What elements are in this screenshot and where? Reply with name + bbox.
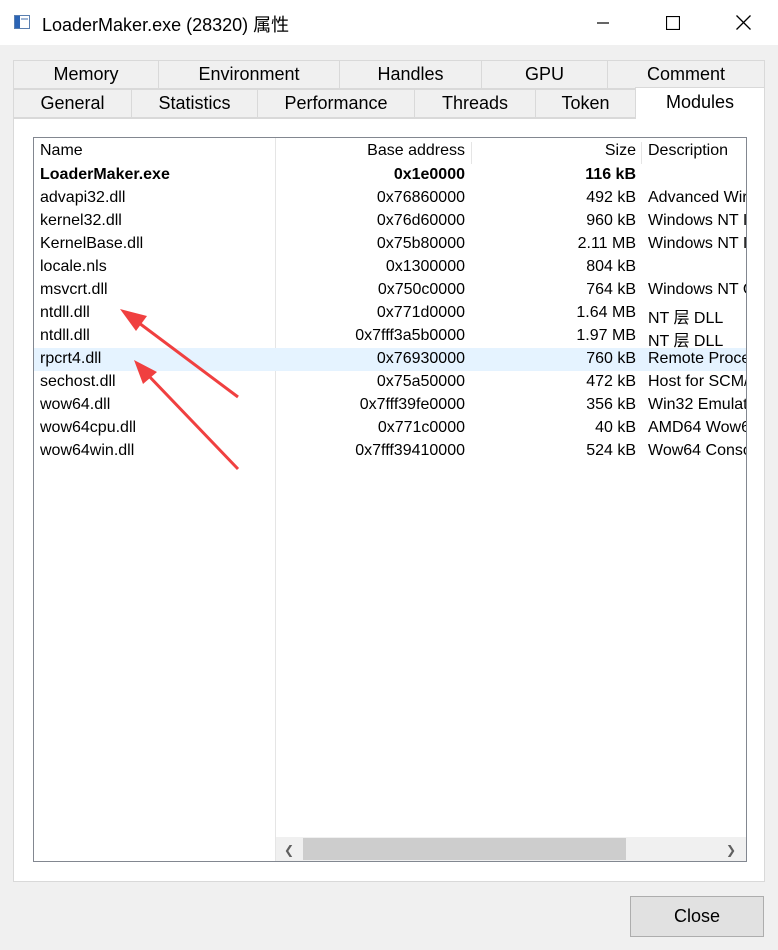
module-size: 764 kB xyxy=(586,281,636,298)
module-description: Win32 Emulat xyxy=(648,396,746,413)
modules-list[interactable]: Name Base address Size Description Loade… xyxy=(33,137,747,862)
module-name: advapi32.dll xyxy=(40,189,126,206)
module-description: Windows NT I xyxy=(648,235,746,252)
column-header-size[interactable]: Size xyxy=(472,142,636,160)
minimize-button[interactable] xyxy=(568,0,638,45)
table-row[interactable]: msvcrt.dll 0x750c0000 764 kB Windows NT C xyxy=(34,279,746,302)
module-size: 40 kB xyxy=(595,419,636,436)
module-base-address: 0x7fff39410000 xyxy=(355,442,465,459)
table-row[interactable]: wow64.dll 0x7fff39fe0000 356 kB Win32 Emula… xyxy=(34,394,746,417)
module-name: ntdll.dll xyxy=(40,327,90,344)
table-row[interactable]: wow64cpu.dll 0x771c0000 40 kB AMD64 Wow6 xyxy=(34,417,746,440)
table-row[interactable]: advapi32.dll 0x76860000 492 kB Advanced Wir xyxy=(34,187,746,210)
horizontal-scrollbar[interactable]: ❮ ❯ xyxy=(276,837,746,861)
module-size: 1.64 MB xyxy=(576,304,636,321)
module-size: 804 kB xyxy=(586,258,636,275)
module-size: 524 kB xyxy=(586,442,636,459)
close-icon xyxy=(735,15,751,30)
module-size: 2.11 MB xyxy=(577,235,636,252)
module-name: wow64cpu.dll xyxy=(40,419,137,436)
module-base-address: 0x771d0000 xyxy=(376,304,465,321)
module-base-address: 0x7fff3a5b0000 xyxy=(355,327,465,344)
module-name: sechost.dll xyxy=(40,373,116,390)
module-size: 356 kB xyxy=(586,396,636,413)
tab-token[interactable]: Token xyxy=(535,89,636,118)
scroll-right-icon[interactable]: ❯ xyxy=(726,843,736,857)
table-row[interactable]: locale.nls 0x1300000 804 kB xyxy=(34,256,746,279)
maximize-icon xyxy=(666,15,680,30)
module-base-address: 0x75b80000 xyxy=(376,235,465,252)
module-name: kernel32.dll xyxy=(40,212,122,229)
column-header-name[interactable]: Name xyxy=(40,142,83,160)
module-size: 960 kB xyxy=(586,212,636,229)
maximize-button[interactable] xyxy=(638,0,708,45)
window-app-icon xyxy=(14,15,30,29)
module-base-address: 0x76930000 xyxy=(376,350,465,367)
table-row[interactable]: ntdll.dll 0x7fff3a5b0000 1.97 MB NT 层 DLL xyxy=(34,325,746,350)
module-name: KernelBase.dll xyxy=(40,235,144,252)
module-size: 760 kB xyxy=(586,350,636,367)
module-base-address: 0x771c0000 xyxy=(377,419,465,436)
tab-comment[interactable]: Comment xyxy=(607,60,765,89)
tab-memory[interactable]: Memory xyxy=(13,60,159,89)
tab-environment[interactable]: Environment xyxy=(158,60,340,89)
tab-modules[interactable]: Modules xyxy=(635,87,765,119)
tab-gpu[interactable]: GPU xyxy=(481,60,608,89)
module-name: LoaderMaker.exe xyxy=(40,166,170,183)
tab-performance[interactable]: Performance xyxy=(257,89,415,118)
table-row[interactable]: wow64win.dll 0x7fff39410000 524 kB Wow64 Co… xyxy=(34,440,746,463)
scrollbar-thumb[interactable] xyxy=(303,838,626,860)
list-header: Name Base address Size Description xyxy=(34,138,746,164)
close-window-button[interactable] xyxy=(708,0,778,45)
table-row[interactable]: LoaderMaker.exe 0x1e0000 116 kB xyxy=(34,164,746,187)
module-description: Windows NT C xyxy=(648,281,746,298)
module-description: AMD64 Wow6 xyxy=(648,419,746,436)
module-name: locale.nls xyxy=(40,258,107,275)
close-button[interactable]: Close xyxy=(630,896,764,937)
module-name: ntdll.dll xyxy=(40,304,90,321)
module-description: Host for SCM/ xyxy=(648,373,746,390)
module-base-address: 0x1300000 xyxy=(385,258,465,275)
tab-general[interactable]: General xyxy=(13,89,132,118)
module-description: Windows NT I xyxy=(648,212,746,229)
table-row[interactable]: rpcrt4.dll 0x76930000 760 kB Remote Proce xyxy=(34,348,746,371)
module-name: wow64win.dll xyxy=(40,442,135,459)
module-base-address: 0x76d60000 xyxy=(376,212,465,229)
window-title: LoaderMaker.exe (28320) 属性 xyxy=(42,15,290,35)
table-row[interactable]: KernelBase.dll 0x75b80000 2.11 MB Windows N… xyxy=(34,233,746,256)
module-base-address: 0x75a50000 xyxy=(376,373,465,390)
table-row[interactable]: kernel32.dll 0x76d60000 960 kB Windows NT I xyxy=(34,210,746,233)
column-header-description[interactable]: Description xyxy=(648,142,728,160)
module-size: 1.97 MB xyxy=(576,327,636,344)
table-row[interactable]: sechost.dll 0x75a50000 472 kB Host for SCM/ xyxy=(34,371,746,394)
module-name: rpcrt4.dll xyxy=(40,350,102,367)
header-separator[interactable] xyxy=(641,142,642,164)
module-description: Advanced Wir xyxy=(648,189,746,206)
module-base-address: 0x76860000 xyxy=(376,189,465,206)
tab-statistics[interactable]: Statistics xyxy=(131,89,258,118)
module-base-address: 0x7fff39fe0000 xyxy=(359,396,465,413)
module-size: 472 kB xyxy=(586,373,636,390)
title-bar: LoaderMaker.exe (28320) 属性 xyxy=(0,0,778,45)
module-name: msvcrt.dll xyxy=(40,281,108,298)
module-description: Wow64 Conso xyxy=(648,442,746,459)
module-size: 116 kB xyxy=(585,166,636,183)
table-row[interactable]: ntdll.dll 0x771d0000 1.64 MB NT 层 DLL xyxy=(34,302,746,327)
module-size: 492 kB xyxy=(586,189,636,206)
tab-handles[interactable]: Handles xyxy=(339,60,482,89)
minimize-icon xyxy=(597,21,609,24)
module-base-address: 0x1e0000 xyxy=(393,166,465,183)
module-base-address: 0x750c0000 xyxy=(377,281,465,298)
scroll-left-icon[interactable]: ❮ xyxy=(284,843,294,857)
module-name: wow64.dll xyxy=(40,396,111,413)
column-header-base-address[interactable]: Base address xyxy=(276,142,465,160)
tab-threads[interactable]: Threads xyxy=(414,89,536,118)
module-description: Remote Proce xyxy=(648,350,746,367)
